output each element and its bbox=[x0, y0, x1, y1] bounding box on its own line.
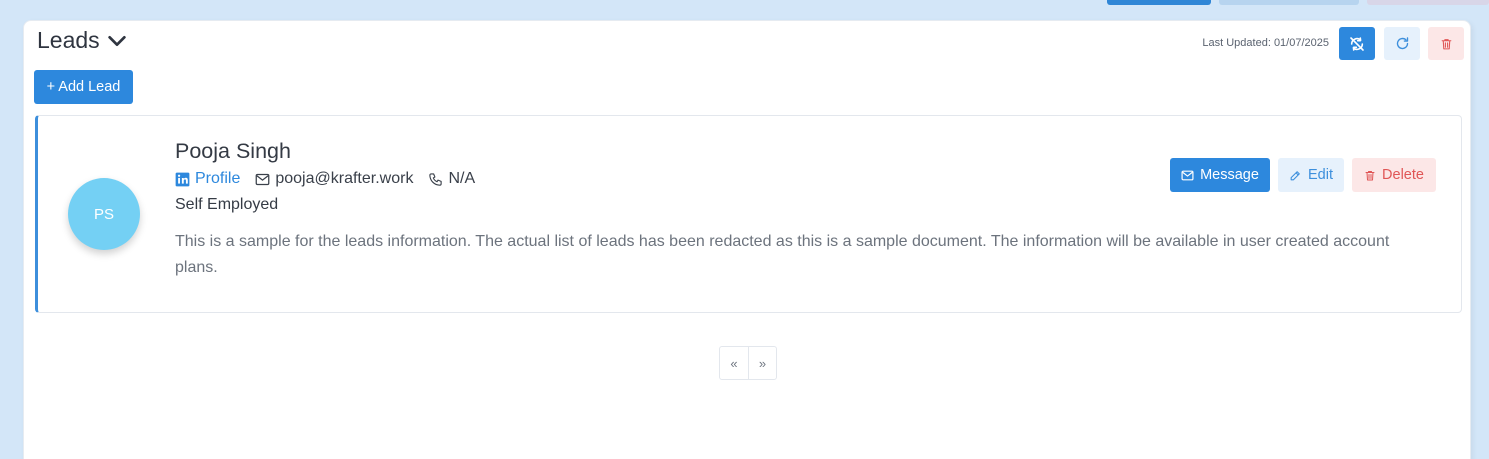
leads-section-toggle[interactable]: Leads bbox=[37, 27, 128, 54]
email-item: pooja@krafter.work bbox=[255, 170, 413, 188]
lead-name: Pooja Singh bbox=[175, 139, 291, 163]
sync-button[interactable] bbox=[1339, 27, 1375, 60]
phone-icon bbox=[429, 172, 443, 186]
lead-description: This is a sample for the leads informati… bbox=[175, 233, 1390, 276]
contact-row: Profile pooja@krafter.work N/A bbox=[175, 170, 490, 188]
profile-link-label[interactable]: Profile bbox=[195, 170, 240, 188]
linkedin-profile-link[interactable]: Profile bbox=[175, 170, 240, 188]
leads-panel: Leads Last Updated: 01/07/2025 + Add Lea… bbox=[23, 20, 1471, 459]
pagination: « » bbox=[719, 346, 777, 380]
mail-icon bbox=[255, 173, 270, 185]
lead-card: PS Pooja Singh Profile pooja@krafter.wor… bbox=[35, 115, 1462, 313]
section-title: Leads bbox=[37, 27, 100, 53]
pencil-icon bbox=[1290, 170, 1300, 180]
delete-button[interactable]: Delete bbox=[1352, 158, 1436, 192]
trash-icon bbox=[1365, 170, 1375, 180]
trash-icon bbox=[1441, 38, 1451, 49]
edit-label: Edit bbox=[1308, 167, 1333, 183]
top-tabs bbox=[0, 0, 1489, 20]
refresh-icon bbox=[1396, 37, 1408, 50]
refresh-button[interactable] bbox=[1384, 27, 1420, 60]
top-tab[interactable] bbox=[1367, 0, 1489, 5]
last-updated-text: Last Updated: 01/07/2025 bbox=[1202, 37, 1329, 49]
message-label: Message bbox=[1200, 167, 1259, 183]
avatar: PS bbox=[68, 178, 140, 250]
delete-label: Delete bbox=[1382, 167, 1424, 183]
linkedin-icon bbox=[175, 172, 190, 186]
add-lead-button[interactable]: + Add Lead bbox=[34, 70, 133, 104]
phone-item: N/A bbox=[428, 170, 475, 188]
delete-all-button[interactable] bbox=[1428, 27, 1464, 60]
lead-email: pooja@krafter.work bbox=[275, 170, 414, 187]
edit-button[interactable]: Edit bbox=[1278, 158, 1344, 192]
mail-icon bbox=[1181, 170, 1194, 180]
chevron-down-icon bbox=[107, 35, 126, 46]
top-tab-active[interactable] bbox=[1107, 0, 1211, 5]
top-tab[interactable] bbox=[1219, 0, 1359, 5]
lead-company: Self Employed bbox=[175, 196, 279, 213]
prev-page-button[interactable]: « bbox=[720, 347, 748, 379]
message-button[interactable]: Message bbox=[1170, 158, 1270, 192]
next-page-button[interactable]: » bbox=[748, 347, 776, 379]
sync-off-icon bbox=[1350, 36, 1364, 51]
lead-phone: N/A bbox=[448, 170, 476, 187]
